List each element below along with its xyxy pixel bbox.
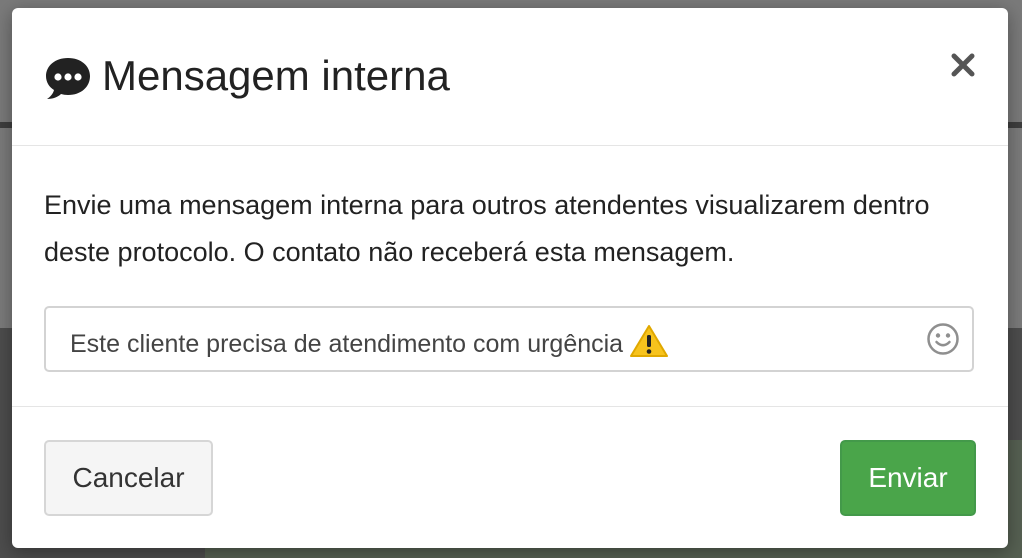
modal-title: Mensagem interna (102, 52, 450, 99)
modal-description: Envie uma mensagem interna para outros a… (44, 190, 930, 267)
smiley-icon (927, 323, 959, 355)
modal-footer: Cancelar Enviar (12, 407, 1008, 548)
close-icon (951, 53, 975, 77)
modal-header: Mensagem interna (12, 8, 1008, 146)
send-button[interactable]: Enviar (840, 440, 976, 516)
warning-icon (630, 325, 669, 357)
modal-body: Envie uma mensagem interna para outros a… (12, 146, 1008, 407)
comment-dots-icon (46, 58, 90, 99)
message-input[interactable]: Este cliente precisa de atendimento com … (44, 306, 974, 372)
internal-message-modal: Mensagem interna Envie uma mensagem inte… (12, 8, 1008, 548)
message-text: Este cliente precisa de atendimento com … (70, 330, 624, 358)
close-button[interactable] (944, 46, 982, 84)
emoji-picker-button[interactable] (926, 322, 960, 356)
cancel-button[interactable]: Cancelar (44, 440, 213, 516)
message-input-value[interactable]: Este cliente precisa de atendimento com … (70, 324, 669, 360)
